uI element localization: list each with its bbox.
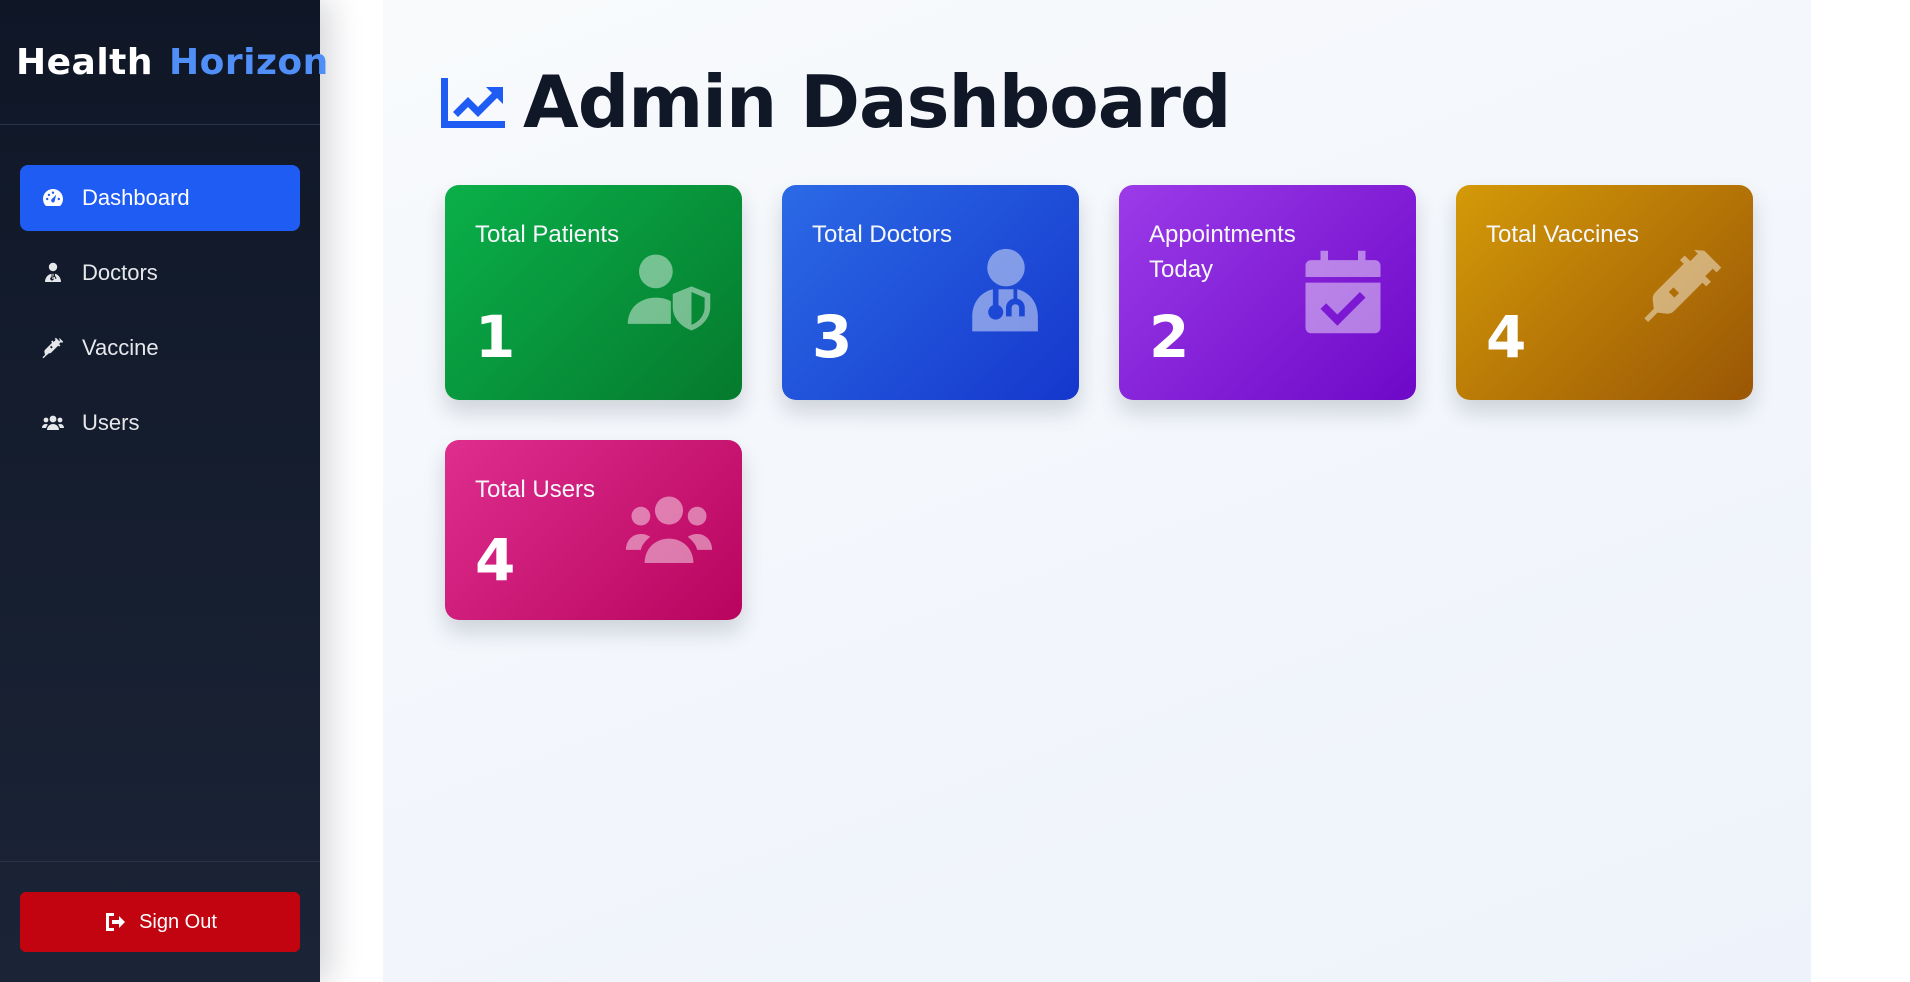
stat-card-label: Appointments Today <box>1149 221 1296 283</box>
gauge-icon <box>40 185 66 211</box>
sign-out-button[interactable]: Sign Out <box>20 892 300 952</box>
stat-card-total-patients[interactable]: Total Patients 1 <box>445 185 742 400</box>
page-header: Admin Dashboard <box>441 60 1231 144</box>
stat-card-label: Total Vaccines <box>1486 221 1639 248</box>
stat-card-label: Total Doctors <box>812 221 953 248</box>
sidebar-item-doctors[interactable]: Doctors <box>20 240 300 306</box>
sidebar-item-dashboard[interactable]: Dashboard <box>20 165 300 231</box>
sidebar-item-label: Dashboard <box>82 185 190 210</box>
sidebar: Health Horizon Dashboard Doctors Vaccine <box>0 0 328 982</box>
sidebar-footer: Sign Out <box>0 861 320 982</box>
chart-line-icon <box>441 78 505 128</box>
syringe-icon <box>1633 247 1727 337</box>
sidebar-item-users[interactable]: Users <box>20 390 300 456</box>
calendar-check-icon <box>1296 247 1390 337</box>
stat-card-value: 4 <box>475 526 516 594</box>
page-title: Admin Dashboard <box>523 60 1231 144</box>
stat-card-value: 4 <box>1486 303 1527 371</box>
sidebar-item-label: Doctors <box>82 260 158 285</box>
sidebar-item-label: Vaccine <box>82 335 159 360</box>
stat-card-appointments-today[interactable]: Appointments Today 2 <box>1119 185 1416 400</box>
user-shield-icon <box>622 247 716 337</box>
users-icon <box>40 410 66 436</box>
stat-card-label: Total Users <box>475 476 596 503</box>
sidebar-nav: Dashboard Doctors Vaccine Users <box>0 125 320 456</box>
user-doctor-icon <box>959 247 1053 337</box>
user-doctor-icon <box>40 260 66 286</box>
main-content: Admin Dashboard Total Patients 1 Total D… <box>383 0 1811 982</box>
stat-card-total-users[interactable]: Total Users 4 <box>445 440 742 620</box>
users-icon <box>622 488 716 578</box>
stat-card-value: 3 <box>812 303 853 371</box>
syringe-icon <box>40 335 66 361</box>
stat-card-total-vaccines[interactable]: Total Vaccines 4 <box>1456 185 1753 400</box>
sign-out-label: Sign Out <box>139 910 217 933</box>
brand-logo[interactable]: Health Horizon <box>0 0 328 125</box>
stat-card-value: 1 <box>475 303 516 371</box>
stat-card-value: 2 <box>1149 303 1190 371</box>
sign-out-icon <box>106 913 126 931</box>
sidebar-item-vaccine[interactable]: Vaccine <box>20 315 300 381</box>
sidebar-item-label: Users <box>82 410 140 435</box>
stat-card-label: Total Patients <box>475 221 620 248</box>
brand-name-part2: Horizon <box>169 41 329 83</box>
brand-name-part1: Health <box>16 41 154 83</box>
stat-card-total-doctors[interactable]: Total Doctors 3 <box>782 185 1079 400</box>
